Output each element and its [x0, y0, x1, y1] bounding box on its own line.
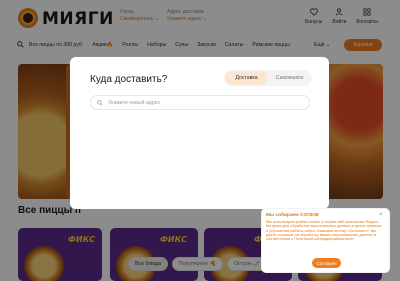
search-icon [97, 99, 103, 106]
modal-title: Куда доставить? [90, 74, 168, 85]
address-placeholder: Укажите новый адрес [108, 99, 161, 106]
close-icon[interactable]: × [379, 212, 385, 218]
cookie-text: Мы используем файлы cookie и сервис веб-… [266, 219, 382, 242]
tab-delivery[interactable]: Доставка [225, 71, 268, 85]
cookie-banner: Мы собираем COOKIE × Мы используем файлы… [262, 209, 389, 272]
cookie-title: Мы собираем COOKIE [266, 213, 319, 218]
delivery-mode-toggle: Доставка Самовывоз [224, 70, 312, 86]
delivery-modal: Куда доставить? Доставка Самовывоз Укажи… [70, 57, 329, 209]
cookie-accept-button[interactable]: Согласен [312, 258, 341, 268]
tab-pickup[interactable]: Самовывоз [268, 71, 311, 85]
address-search-input[interactable]: Укажите новый адрес [90, 95, 310, 110]
